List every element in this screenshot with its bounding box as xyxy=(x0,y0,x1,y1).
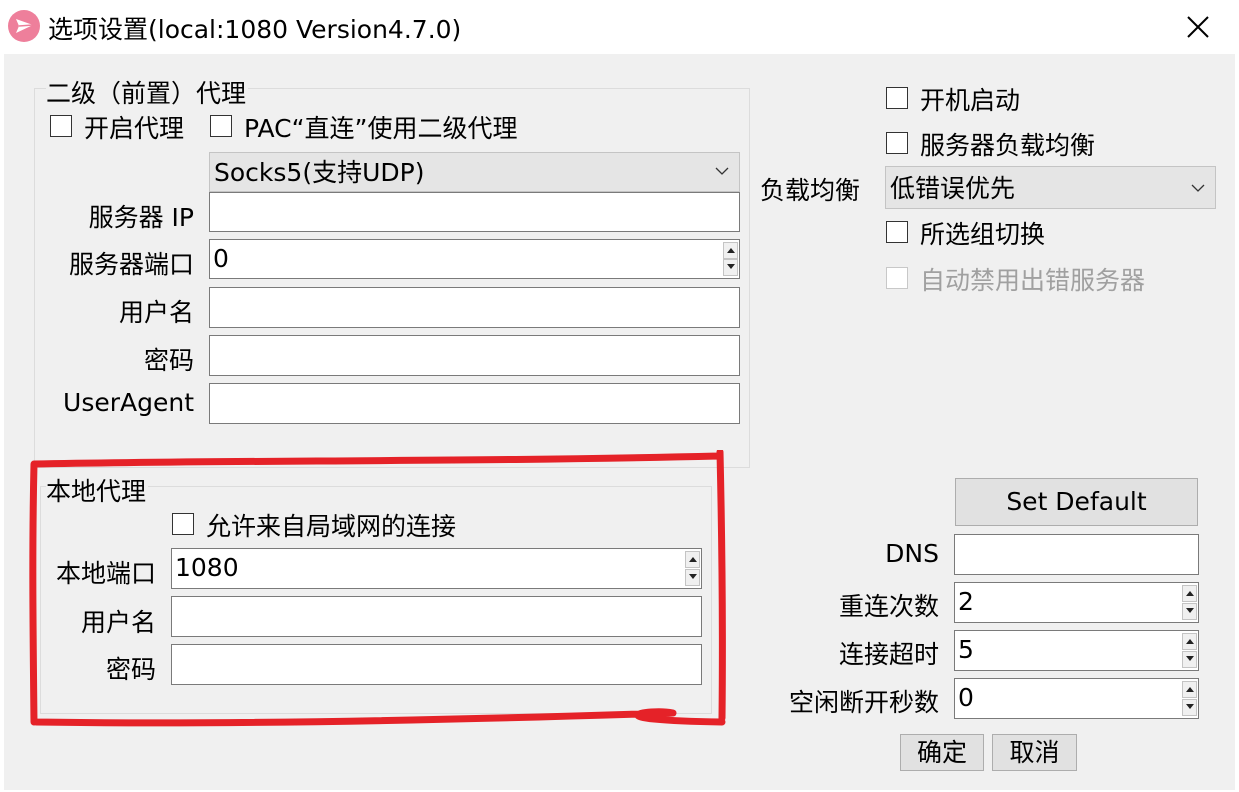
enable-proxy-label: 开启代理 xyxy=(84,114,185,143)
server-ip-field[interactable] xyxy=(209,192,740,232)
local-port-value: 1080 xyxy=(175,553,239,582)
load-balance-label: 服务器负载均衡 xyxy=(920,131,1096,160)
timeout-label: 连接超时 xyxy=(838,640,939,669)
allow-lan-checkbox-box[interactable] xyxy=(172,513,194,535)
arrow-down-icon xyxy=(1186,704,1194,709)
useragent-label: UserAgent xyxy=(63,388,194,417)
group-switch-checkbox[interactable]: 所选组切换 xyxy=(886,218,1086,249)
reconnect-label: 重连次数 xyxy=(838,592,939,621)
chevron-down-icon xyxy=(1191,184,1205,192)
arrow-up-icon xyxy=(1186,591,1194,596)
server-ip-label: 服务器 IP xyxy=(88,203,194,232)
arrow-up-icon xyxy=(689,557,697,562)
local-port-down-button[interactable] xyxy=(685,569,700,586)
ok-button[interactable]: 确定 xyxy=(900,734,984,771)
set-default-button[interactable]: Set Default xyxy=(955,478,1198,526)
reconnect-up-button[interactable] xyxy=(1182,585,1197,602)
local-username-label: 用户名 xyxy=(80,608,156,637)
auto-disable-checkbox-box xyxy=(886,267,908,289)
window-title: 选项设置(local:1080 Version4.7.0) xyxy=(48,15,462,44)
title-bar[interactable]: 选项设置(local:1080 Version4.7.0) xyxy=(0,0,1239,54)
dns-field[interactable] xyxy=(954,534,1199,575)
pac-direct-checkbox-box[interactable] xyxy=(210,115,232,137)
local-username-field[interactable] xyxy=(171,596,702,637)
idle-value: 0 xyxy=(958,683,974,712)
server-port-value: 0 xyxy=(213,244,229,273)
close-icon xyxy=(1187,16,1209,38)
proxy-type-value: Socks5(支持UDP) xyxy=(214,158,425,187)
allow-lan-label: 允许来自局域网的连接 xyxy=(206,512,457,541)
local-port-stepper[interactable]: 1080 xyxy=(171,548,702,589)
proxy-type-select[interactable]: Socks5(支持UDP) xyxy=(209,152,740,192)
proxy-password-label: 密码 xyxy=(143,346,194,375)
balance-mode-label: 负载均衡 xyxy=(760,176,861,205)
local-port-label: 本地端口 xyxy=(55,559,156,588)
arrow-up-icon xyxy=(1186,639,1194,644)
proxy-username-field[interactable] xyxy=(209,287,740,328)
autostart-checkbox[interactable]: 开机启动 xyxy=(886,84,1056,115)
local-password-label: 密码 xyxy=(105,655,156,684)
enable-proxy-checkbox[interactable]: 开启代理 xyxy=(50,112,200,143)
enable-proxy-checkbox-box[interactable] xyxy=(50,115,72,137)
idle-label: 空闲断开秒数 xyxy=(788,688,939,717)
dialog-client-area: 二级（前置）代理 开启代理 PAC“直连”使用二级代理 Socks5(支持UDP… xyxy=(4,54,1235,790)
timeout-value: 5 xyxy=(958,635,974,664)
server-port-label: 服务器端口 xyxy=(68,250,194,279)
auto-disable-checkbox: 自动禁用出错服务器 xyxy=(886,264,1186,295)
idle-down-button[interactable] xyxy=(1182,699,1197,716)
balance-mode-select[interactable]: 低错误优先 xyxy=(885,166,1216,209)
useragent-field[interactable] xyxy=(209,383,740,424)
server-port-stepper[interactable]: 0 xyxy=(209,239,740,279)
arrow-down-icon xyxy=(1186,608,1194,613)
group-switch-label: 所选组切换 xyxy=(920,220,1046,249)
allow-lan-checkbox[interactable]: 允许来自局域网的连接 xyxy=(172,510,492,541)
load-balance-checkbox-box[interactable] xyxy=(886,132,908,154)
chevron-down-icon xyxy=(715,167,729,175)
arrow-down-icon xyxy=(689,574,697,579)
dns-label: DNS xyxy=(885,539,939,568)
reconnect-stepper[interactable]: 2 xyxy=(954,582,1199,623)
local-proxy-group-title: 本地代理 xyxy=(46,472,149,508)
pac-direct-label: PAC“直连”使用二级代理 xyxy=(244,114,518,143)
arrow-up-icon xyxy=(727,248,735,253)
group-switch-checkbox-box[interactable] xyxy=(886,221,908,243)
local-port-up-button[interactable] xyxy=(685,551,700,568)
server-port-down-button[interactable] xyxy=(723,259,738,276)
load-balance-checkbox[interactable]: 服务器负载均衡 xyxy=(886,129,1126,160)
autostart-checkbox-box[interactable] xyxy=(886,87,908,109)
idle-up-button[interactable] xyxy=(1182,681,1197,698)
proxy-username-label: 用户名 xyxy=(118,298,194,327)
timeout-up-button[interactable] xyxy=(1182,633,1197,650)
balance-mode-value: 低错误优先 xyxy=(890,174,1016,203)
options-dialog: 选项设置(local:1080 Version4.7.0) 二级（前置）代理 开… xyxy=(0,0,1239,792)
upstream-proxy-group-title: 二级（前置）代理 xyxy=(46,74,249,110)
local-password-field[interactable] xyxy=(171,644,702,685)
close-button[interactable] xyxy=(1172,6,1224,48)
autostart-label: 开机启动 xyxy=(920,86,1021,115)
proxy-password-field[interactable] xyxy=(209,335,740,376)
idle-stepper[interactable]: 0 xyxy=(954,678,1199,719)
paper-plane-icon xyxy=(8,10,40,42)
reconnect-value: 2 xyxy=(958,587,974,616)
timeout-down-button[interactable] xyxy=(1182,651,1197,668)
arrow-up-icon xyxy=(1186,687,1194,692)
pac-direct-checkbox[interactable]: PAC“直连”使用二级代理 xyxy=(210,112,540,143)
arrow-down-icon xyxy=(1186,656,1194,661)
server-port-up-button[interactable] xyxy=(723,242,738,259)
cancel-button[interactable]: 取消 xyxy=(992,734,1077,771)
arrow-down-icon xyxy=(727,264,735,269)
timeout-stepper[interactable]: 5 xyxy=(954,630,1199,671)
auto-disable-label: 自动禁用出错服务器 xyxy=(920,266,1146,295)
reconnect-down-button[interactable] xyxy=(1182,603,1197,620)
